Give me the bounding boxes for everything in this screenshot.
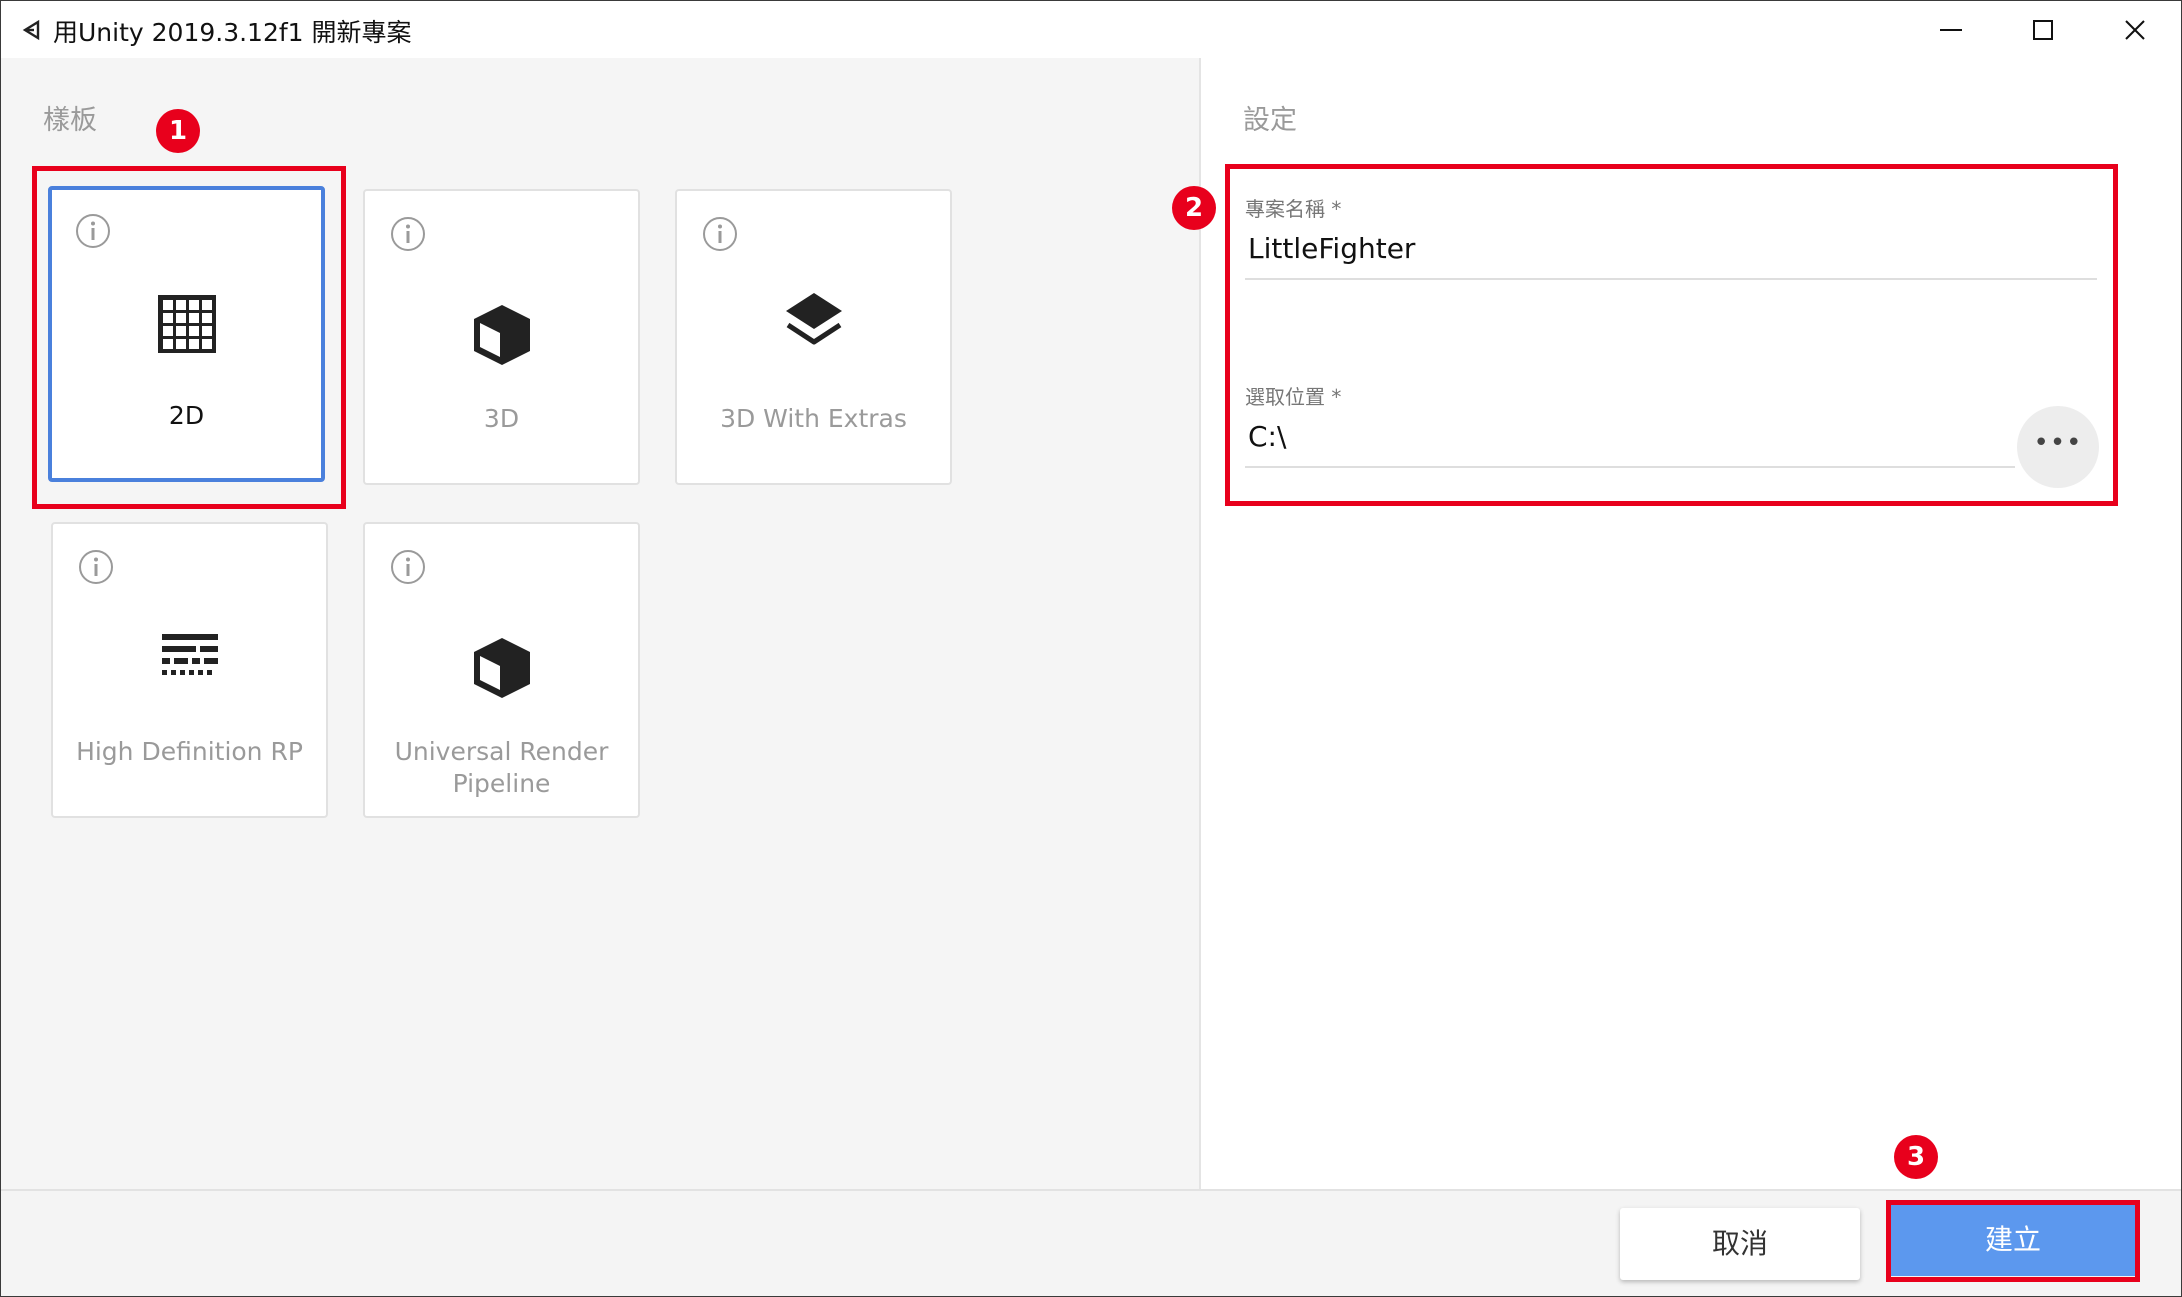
footer-bar: 取消 建立 (1, 1189, 2181, 1296)
grid-icon (52, 294, 321, 358)
template-label: 3D With Extras (720, 404, 907, 433)
title-bar: 用Unity 2019.3.12f1 開新專案 (1, 1, 2181, 58)
info-icon[interactable] (389, 548, 427, 586)
unity-new-project-window: 用Unity 2019.3.12f1 開新專案 樣板 2D 3D 3D With… (0, 0, 2182, 1297)
cube-icon (365, 303, 638, 371)
create-button[interactable]: 建立 (1891, 1204, 2135, 1276)
maximize-icon (2033, 20, 2053, 40)
settings-heading: 設定 (1243, 105, 1297, 136)
more-icon: ••• (2033, 428, 2083, 458)
template-label: 3D (483, 404, 520, 433)
cancel-button[interactable]: 取消 (1620, 1208, 1860, 1280)
template-label: 2D (168, 401, 205, 430)
location-input[interactable]: C:\ (1248, 420, 1286, 453)
close-button[interactable] (2089, 1, 2181, 58)
project-name-underline (1245, 278, 2097, 280)
location-underline (1245, 466, 2015, 468)
settings-panel: 設定 專案名稱 * LittleFighter 選取位置 * C:\ ••• (1201, 58, 2181, 1189)
annotation-badge: 3 (1894, 1135, 1938, 1179)
template-card-3d-with-extras[interactable]: 3D With Extras (675, 189, 952, 485)
window-title: 用Unity 2019.3.12f1 開新專案 (53, 18, 412, 47)
project-name-input[interactable]: LittleFighter (1248, 232, 1415, 265)
close-icon (2125, 20, 2145, 40)
info-icon[interactable] (74, 212, 112, 250)
info-icon[interactable] (77, 548, 115, 586)
annotation-badge: 1 (156, 109, 200, 153)
info-icon[interactable] (701, 215, 739, 253)
browse-button[interactable]: ••• (2017, 406, 2099, 488)
template-card-high-definition-rp[interactable]: High Definition RP (51, 522, 328, 818)
location-label: 選取位置 * (1245, 385, 1342, 409)
annotation-badge: 2 (1172, 186, 1216, 230)
template-label: High Definition RP (76, 737, 303, 766)
maximize-button[interactable] (1997, 1, 2089, 58)
layers-icon (677, 291, 950, 355)
template-card-3d[interactable]: 3D (363, 189, 640, 485)
cube-icon (365, 636, 638, 704)
template-card-2d[interactable]: 2D (48, 186, 325, 482)
templates-panel: 樣板 2D 3D 3D With Extras High Definition … (1, 58, 1201, 1189)
templates-heading: 樣板 (43, 105, 97, 136)
unity-logo-icon (22, 19, 40, 41)
project-name-label: 專案名稱 * (1245, 197, 1342, 221)
minimize-button[interactable] (1905, 1, 1997, 58)
minimize-icon (1940, 29, 1962, 31)
template-label: Universal Render Pipeline (394, 737, 609, 798)
hdrp-icon (53, 634, 326, 688)
template-card-universal-render-pipeline[interactable]: Universal Render Pipeline (363, 522, 640, 818)
info-icon[interactable] (389, 215, 427, 253)
